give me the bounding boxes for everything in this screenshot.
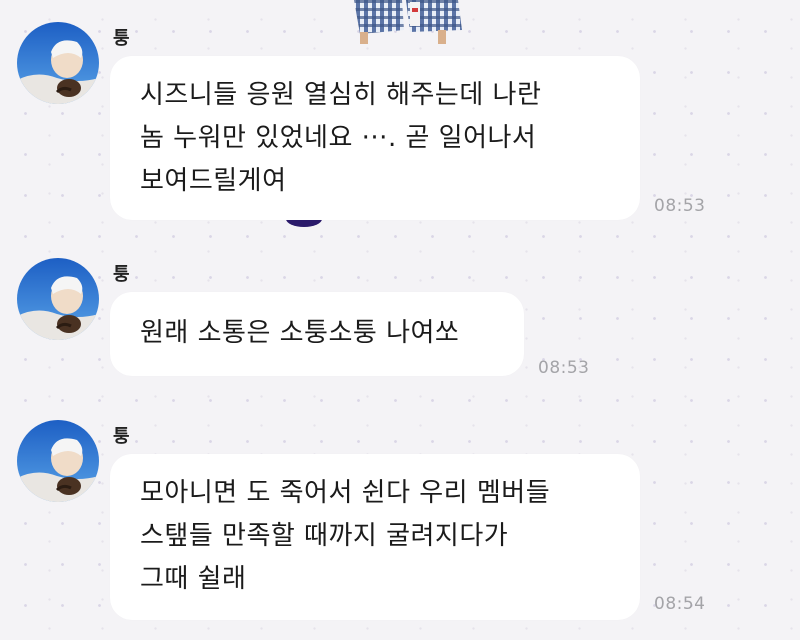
avatar[interactable] xyxy=(17,22,99,104)
message-timestamp: 08:53 xyxy=(654,196,706,216)
wallpaper-figure-image xyxy=(354,0,462,44)
message-text-line: 모아니면 도 죽어서 쉰다 우리 멤버들 xyxy=(140,478,551,508)
sender-name: 퉁 xyxy=(113,426,130,447)
sender-name: 퉁 xyxy=(113,28,130,49)
message-text-line: 스탶들 만족할 때까지 굴려지다가 xyxy=(140,521,509,551)
profile-photo-icon xyxy=(17,22,99,104)
profile-photo-icon xyxy=(17,258,99,340)
message-text-line: 놈 누워만 있었네요 ···. 곧 일어나서 xyxy=(140,123,537,153)
message-bubble[interactable]: 모아니면 도 죽어서 쉰다 우리 멤버들 스탶들 만족할 때까지 굴려지다가 그… xyxy=(110,454,640,620)
message-bubble[interactable]: 원래 소통은 소퉁소퉁 나여쏘 xyxy=(110,292,524,376)
profile-photo-icon xyxy=(17,420,99,502)
message-timestamp: 08:54 xyxy=(654,594,706,614)
avatar[interactable] xyxy=(17,420,99,502)
message-timestamp: 08:53 xyxy=(538,358,590,378)
sender-name: 퉁 xyxy=(113,264,130,285)
message-text-line: 시즈니들 응원 열심히 해주는데 나란 xyxy=(140,80,542,110)
message-text-line: 보여드릴게여 xyxy=(140,166,287,196)
avatar[interactable] xyxy=(17,258,99,340)
message-text-line: 원래 소통은 소퉁소퉁 나여쏘 xyxy=(140,318,460,348)
message-bubble[interactable]: 시즈니들 응원 열심히 해주는데 나란 놈 누워만 있었네요 ···. 곧 일어… xyxy=(110,56,640,220)
message-text-line: 그때 쉴래 xyxy=(140,564,247,594)
